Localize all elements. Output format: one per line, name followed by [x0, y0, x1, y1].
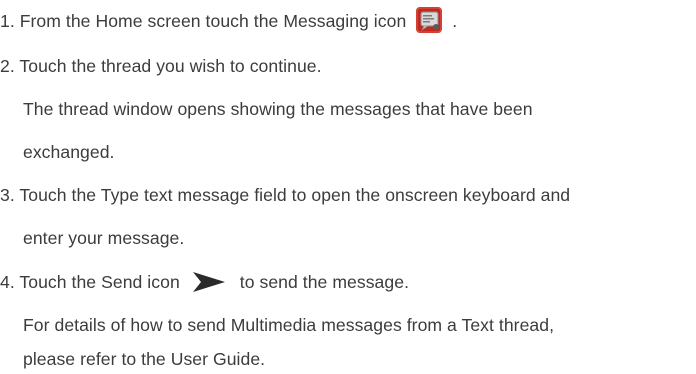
step-1-text: 1. From the Home screen touch the Messag… [0, 11, 407, 31]
step-1-period: . [452, 11, 458, 31]
step-2-line: 2. Touch the thread you wish to continue… [0, 56, 322, 76]
messaging-icon [416, 7, 443, 34]
step-1-line: 1. From the Home screen touch the Messag… [0, 7, 458, 34]
step-4-detail-line-1: For details of how to send Multimedia me… [23, 315, 555, 335]
step-2-detail-line-1: The thread window opens showing the mess… [23, 99, 533, 119]
step-3-detail-line: enter your message. [23, 228, 185, 248]
step-2-detail-line-2: exchanged. [23, 142, 115, 162]
step-4-line: 4. Touch the Send icon to send the messa… [0, 270, 409, 294]
step-3-line: 3. Touch the Type text message field to … [0, 185, 571, 205]
instructions-document: 1. From the Home screen touch the Messag… [0, 0, 696, 374]
step-4-text: 4. Touch the Send icon [0, 272, 180, 292]
step-4-detail-line-2: please refer to the User Guide. [23, 349, 266, 369]
send-arrow-icon [192, 271, 226, 293]
step-4-text-end: to send the message. [239, 272, 410, 292]
